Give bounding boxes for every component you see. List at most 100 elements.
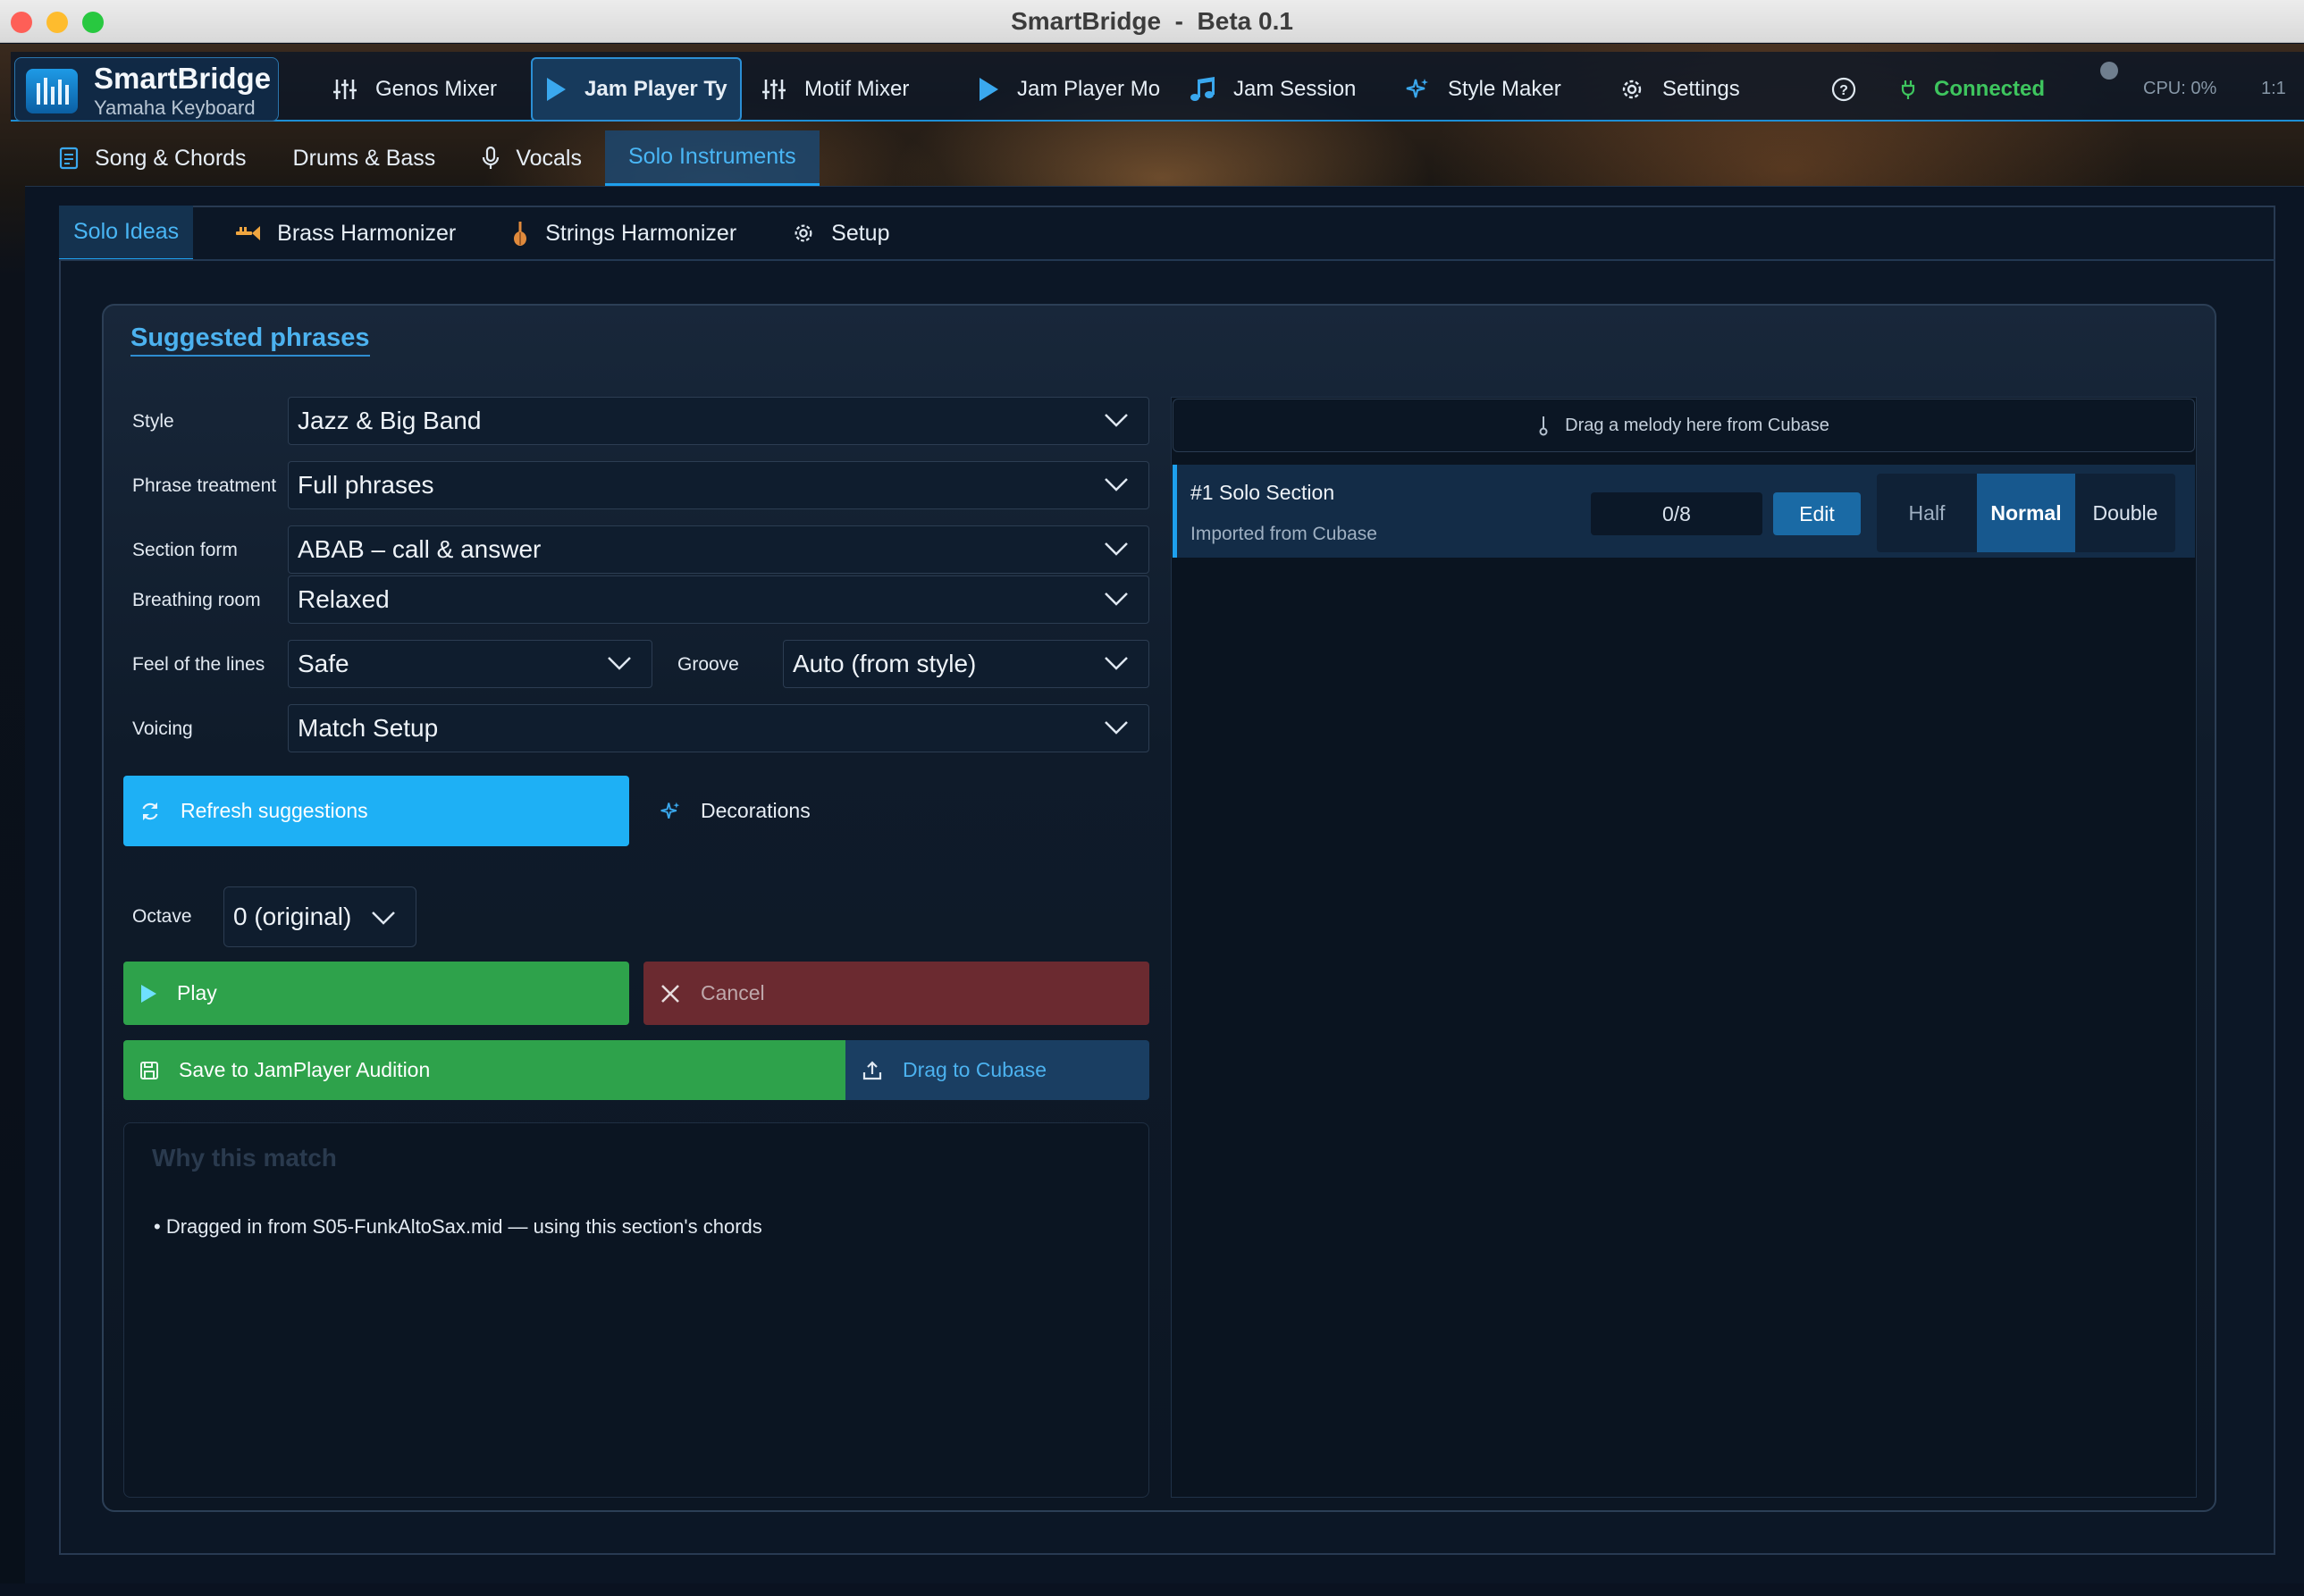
subnav-label: Vocals [516, 145, 582, 171]
solo-tabs: Solo Ideas Brass Harmonizer Strings Harm… [59, 206, 931, 261]
chevron-down-icon [1105, 657, 1128, 670]
nav-label: Style Maker [1448, 77, 1561, 101]
zoom-ratio: 1:1 [2261, 79, 2286, 98]
nav-style-maker[interactable]: Style Maker [1405, 57, 1561, 122]
breathing-room-label: Breathing room [132, 590, 261, 610]
breathing-room-select[interactable]: Relaxed [288, 575, 1149, 624]
section-form-select[interactable]: ABAB – call & answer [288, 525, 1149, 574]
nav-jam-session[interactable]: Jam Session [1189, 57, 1356, 122]
cancel-button[interactable]: Cancel [643, 962, 1149, 1025]
refresh-icon [142, 802, 158, 820]
drag-to-cubase-button[interactable]: Drag to Cubase [845, 1040, 1149, 1100]
plug-icon [1901, 80, 1915, 99]
section-subnav: Song & Chords Drums & Bass Vocals Solo I… [36, 130, 820, 186]
nav-motif-mixer[interactable]: Motif Mixer [761, 57, 909, 122]
status-bar [0, 1583, 2304, 1596]
nav-settings[interactable]: Settings [1619, 57, 1740, 122]
feel-select[interactable]: Safe [288, 640, 652, 688]
style-label: Style [132, 411, 174, 432]
subnav-solo-instruments[interactable]: Solo Instruments [604, 130, 820, 186]
breathing-room-value: Relaxed [298, 585, 390, 613]
chevron-down-icon [608, 657, 631, 670]
style-value: Jazz & Big Band [298, 407, 482, 434]
tab-label: Strings Harmonizer [545, 220, 737, 246]
voicing-select[interactable]: Match Setup [288, 704, 1149, 752]
edit-section-button[interactable]: Edit [1773, 492, 1861, 535]
save-label: Save to JamPlayer Audition [179, 1058, 431, 1081]
tab-strings-harmonizer[interactable]: Strings Harmonizer [497, 206, 751, 261]
chevron-down-icon [1105, 414, 1128, 427]
play-icon [141, 984, 156, 1003]
tab-solo-ideas[interactable]: Solo Ideas [59, 206, 194, 261]
speed-normal-button[interactable]: Normal [1977, 474, 2075, 552]
window-titlebar: SmartBridge - Beta 0.1 [0, 0, 2304, 43]
help-button[interactable]: ? [1830, 57, 1875, 122]
style-select[interactable]: Jazz & Big Band [288, 397, 1149, 445]
groove-label: Groove [677, 654, 739, 675]
nav-label: Settings [1662, 77, 1740, 101]
chevron-down-icon [1105, 592, 1128, 606]
subnav-drums-bass[interactable]: Drums & Bass [270, 130, 459, 186]
voicing-value: Match Setup [298, 714, 439, 742]
octave-value: 0 (original) [233, 903, 352, 930]
tab-label: Solo Ideas [73, 219, 180, 244]
subnav-label: Solo Instruments [627, 144, 796, 169]
nav-label: Genos Mixer [375, 77, 498, 101]
brand-name: SmartBridge [94, 62, 272, 95]
subnav-label: Drums & Bass [292, 145, 436, 171]
keyboard-logo-icon [26, 69, 78, 113]
play-icon [547, 78, 566, 101]
subnav-vocals[interactable]: Vocals [458, 130, 605, 186]
section-title: #1 Solo Section [1190, 481, 1335, 504]
chevron-down-icon [372, 911, 395, 925]
cancel-label: Cancel [701, 981, 765, 1004]
connection-status-label: Connected [1934, 77, 2046, 101]
decorations-button[interactable]: Decorations [643, 776, 903, 846]
tab-brass-harmonizer[interactable]: Brass Harmonizer [220, 206, 470, 261]
refresh-suggestions-button[interactable]: Refresh suggestions [123, 776, 629, 846]
why-title: Why this match [152, 1144, 337, 1172]
speed-double-button[interactable]: Double [2075, 474, 2175, 552]
dropzone-label: Drag a melody here from Cubase [1565, 415, 1829, 435]
help-icon: ? [1831, 77, 1856, 102]
groove-select[interactable]: Auto (from style) [783, 640, 1149, 688]
play-button[interactable]: Play [123, 962, 629, 1025]
violin-icon [514, 222, 527, 246]
activity-indicator [2100, 62, 2118, 80]
nav-genos-mixer[interactable]: Genos Mixer [332, 57, 497, 122]
document-icon [59, 147, 79, 170]
groove-value: Auto (from style) [793, 650, 977, 677]
nav-label: Jam Player Mo [1017, 77, 1161, 101]
cpu-usage: CPU: 0% [2143, 79, 2217, 98]
save-to-jamplayer-button[interactable]: Save to JamPlayer Audition [123, 1040, 845, 1100]
microphone-icon [483, 146, 500, 169]
drag-label: Drag to Cubase [903, 1058, 1047, 1081]
gear-icon [795, 224, 812, 242]
octave-select[interactable]: 0 (original) [223, 886, 416, 947]
why-this-match-panel [123, 1122, 1149, 1498]
phrase-treatment-select[interactable]: Full phrases [288, 461, 1149, 509]
phrase-treatment-value: Full phrases [298, 471, 434, 499]
gear-icon [1622, 80, 1642, 99]
feel-value: Safe [298, 650, 349, 677]
sliders-icon [333, 80, 357, 99]
chevron-down-icon [1105, 478, 1128, 491]
save-icon [140, 1061, 158, 1079]
nav-jam-player-ty[interactable]: Jam Player Ty [531, 57, 742, 122]
close-icon [661, 984, 679, 1003]
speed-half-button[interactable]: Half [1877, 474, 1977, 552]
chevron-down-icon [1105, 721, 1128, 735]
subnav-song-chords[interactable]: Song & Chords [36, 130, 270, 186]
subnav-label: Song & Chords [95, 145, 247, 171]
sliders-icon [762, 80, 786, 99]
feel-label: Feel of the lines [132, 654, 265, 675]
tab-setup[interactable]: Setup [778, 206, 904, 261]
window-title: SmartBridge - Beta 0.1 [1011, 7, 1293, 35]
nav-label: Motif Mixer [804, 77, 910, 101]
melody-dropzone[interactable]: Drag a melody here from Cubase [1173, 399, 2195, 452]
nav-jam-player-mo[interactable]: Jam Player Mo [978, 57, 1160, 122]
decorations-label: Decorations [701, 799, 811, 822]
trumpet-icon [236, 226, 261, 240]
section-form-label: Section form [132, 540, 238, 560]
music-note-icon [1190, 77, 1215, 101]
